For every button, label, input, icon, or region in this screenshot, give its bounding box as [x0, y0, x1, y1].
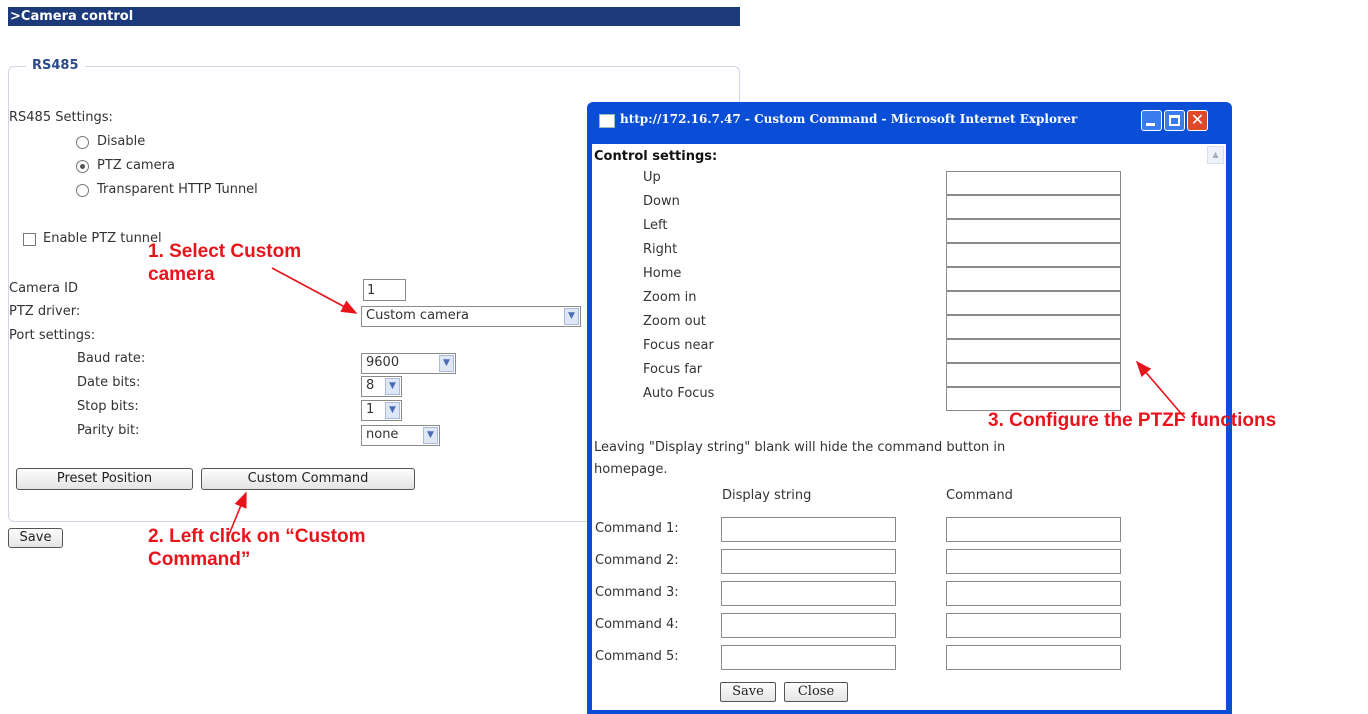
arrow-to-ptz-driver: [271, 267, 358, 314]
arrow-to-custom-command: [227, 491, 247, 538]
arrow-to-ptzf-fields: [1135, 360, 1186, 419]
annotation-arrows: [227, 267, 1186, 538]
